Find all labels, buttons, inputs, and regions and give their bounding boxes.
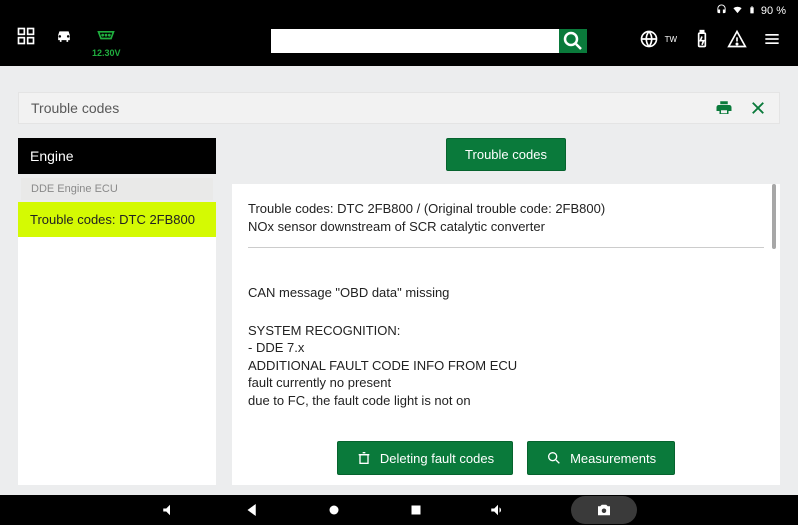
breadcrumb-title: Trouble codes (31, 100, 119, 116)
additional-info-1: fault currently no present (248, 374, 764, 392)
main-panel: Trouble codes Trouble codes: DTC 2FB800 … (232, 138, 780, 485)
sidebar-item-trouble-code[interactable]: Trouble codes: DTC 2FB800 (18, 202, 216, 237)
detail-header-line1: Trouble codes: DTC 2FB800 / (Original tr… (248, 200, 764, 218)
measurements-button[interactable]: Measurements (527, 441, 675, 475)
sidebar-fill (18, 237, 216, 485)
warning-triangle-icon[interactable] (727, 29, 747, 49)
android-nav-bar (0, 495, 798, 525)
delete-fault-codes-button[interactable]: Deleting fault codes (337, 441, 513, 475)
wifi-icon (732, 4, 743, 18)
system-recognition-header: SYSTEM RECOGNITION: (248, 322, 764, 340)
tab-trouble-codes[interactable]: Trouble codes (446, 138, 566, 171)
content-area: Trouble codes Engine DDE Engine ECU Trou… (0, 66, 798, 495)
sidebar-header[interactable]: Engine (18, 138, 216, 174)
voltage-readout: 12.30V (92, 48, 121, 58)
scrollbar-thumb[interactable] (772, 184, 776, 249)
recent-apps-icon[interactable] (407, 501, 425, 519)
apps-grid-icon[interactable] (16, 26, 36, 46)
breadcrumb-bar: Trouble codes (18, 92, 780, 124)
volume-up-icon[interactable] (489, 501, 507, 519)
headset-icon (716, 4, 727, 18)
status-bar: 90 % (0, 0, 798, 22)
back-icon[interactable] (243, 501, 261, 519)
detail-header-line2: NOx sensor downstream of SCR catalytic c… (248, 218, 764, 236)
print-icon[interactable] (715, 99, 733, 117)
globe-icon[interactable] (639, 29, 659, 49)
home-icon[interactable] (325, 501, 343, 519)
system-version: - DDE 7.x (248, 339, 764, 357)
tw-label: TW (665, 35, 677, 44)
trash-icon (356, 450, 372, 466)
battery-percent: 90 % (761, 5, 786, 17)
menu-icon[interactable] (762, 29, 782, 49)
detail-message: CAN message "OBD data" missing (248, 284, 764, 302)
volume-down-icon[interactable] (161, 501, 179, 519)
battery-icon (748, 4, 756, 19)
search-button[interactable] (559, 29, 587, 53)
additional-info-header: ADDITIONAL FAULT CODE INFO FROM ECU (248, 357, 764, 375)
separator (248, 247, 764, 248)
additional-info-2: due to FC, the fault code light is not o… (248, 392, 764, 410)
sidebar: Engine DDE Engine ECU Trouble codes: DTC… (18, 138, 216, 485)
detail-panel: Trouble codes: DTC 2FB800 / (Original tr… (232, 184, 780, 485)
close-icon[interactable] (749, 99, 767, 117)
delete-fault-codes-label: Deleting fault codes (380, 451, 494, 466)
obd-connector-icon[interactable] (96, 26, 116, 46)
car-icon[interactable] (54, 26, 74, 46)
search-input[interactable] (271, 29, 559, 53)
camera-icon (595, 501, 613, 519)
sidebar-subheader[interactable]: DDE Engine ECU (21, 178, 213, 200)
search-wrap (271, 29, 587, 53)
magnify-icon (546, 450, 562, 466)
battery-charge-icon[interactable] (692, 29, 712, 49)
screenshot-pill[interactable] (571, 496, 637, 524)
top-toolbar: 12.30V TW (0, 22, 798, 66)
measurements-label: Measurements (570, 451, 656, 466)
